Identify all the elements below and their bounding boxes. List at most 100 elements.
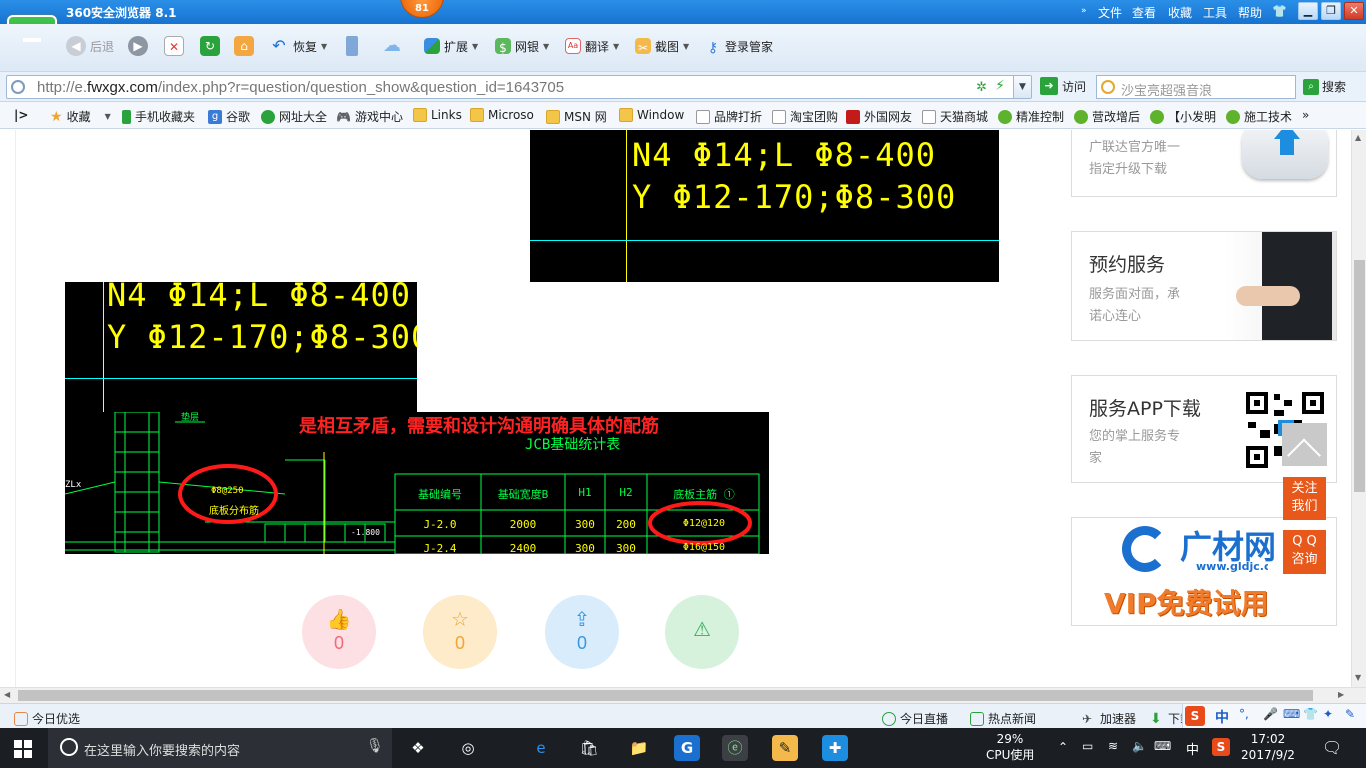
minimize-button[interactable]: ▁ (1298, 2, 1318, 20)
windows-start-icon[interactable] (14, 740, 32, 758)
ime-toolbar[interactable]: S 中 °, 🎤 ⌨ 👕 ✦ ✎ (1182, 704, 1366, 728)
hot-news[interactable]: 热点新闻 (970, 710, 1036, 727)
back-button[interactable]: ◀ 后退 (66, 34, 114, 58)
edge-icon[interactable]: e (528, 735, 554, 761)
battery-icon[interactable]: ▭ (1082, 739, 1093, 753)
app-swirl-icon[interactable]: ◎ (455, 735, 481, 761)
chevron-right-icon[interactable]: » (1081, 6, 1087, 16)
qq-consult-button[interactable]: Q Q 咨询 (1283, 530, 1326, 574)
back-to-top-button[interactable] (1282, 423, 1327, 473)
today-live[interactable]: 今日直播 (882, 710, 948, 727)
bookmark-folder-msn[interactable]: MSN 网 (546, 108, 607, 125)
scroll-left-icon[interactable]: ◀ (4, 690, 10, 699)
bookmark-invention[interactable]: 【小发明 (1150, 108, 1216, 125)
scroll-up-icon[interactable]: ▲ (1355, 133, 1361, 142)
home-button[interactable]: ⌂ (234, 34, 254, 58)
bookmark-folder-microsoft[interactable]: Microso (470, 108, 534, 122)
url-text[interactable]: http://e.fwxgx.com/index.php?r=question/… (37, 79, 564, 96)
lightning-icon[interactable]: ⚡ (995, 78, 1005, 94)
microphone-icon[interactable]: 🎙 (366, 738, 384, 754)
volume-icon[interactable]: 🔈 (1132, 739, 1147, 753)
keyboard-icon[interactable]: ⌨ (1154, 739, 1171, 753)
mobile-button[interactable] (346, 34, 358, 58)
translate-button[interactable]: Aa 翻译 ▼ (565, 34, 619, 58)
cloud-button[interactable]: ☁ (378, 34, 406, 58)
forward-button[interactable]: ▶ (128, 34, 148, 58)
bookmark-mobile[interactable]: 手机收藏夹 (122, 108, 195, 125)
input-language[interactable]: 中 (1186, 739, 1199, 758)
plus-app-icon[interactable]: ✚ (822, 735, 848, 761)
url-field[interactable]: http://e.fwxgx.com/index.php?r=question/… (6, 75, 1032, 99)
scroll-right-icon[interactable]: ▶ (1338, 690, 1344, 699)
accelerator[interactable]: ✈ 加速器 (1082, 710, 1136, 727)
clock[interactable]: 17:02 2017/9/2 (1236, 731, 1300, 763)
bookmark-taobao[interactable]: 淘宝团购 (772, 108, 838, 125)
search-input[interactable]: 沙宝亮超强音浪 (1096, 75, 1296, 99)
bookmark-tmall[interactable]: 天猫商城 (922, 108, 988, 125)
scroll-down-icon[interactable]: ▼ (1355, 673, 1361, 682)
close-button[interactable]: ✕ (1344, 2, 1364, 20)
taskbar-search-input[interactable]: 在这里输入你要搜索的内容 🎙 (48, 728, 392, 768)
scroll-thumb[interactable] (18, 690, 1313, 701)
bookmark-folder-windows[interactable]: Window (619, 108, 684, 122)
bookmark-brand-discount[interactable]: 品牌打折 (696, 108, 762, 125)
notification-badge[interactable]: 81 (400, 0, 444, 18)
upgrade-card[interactable]: 广联达官方唯一 指定升级下载 (1071, 130, 1337, 197)
bookmark-construction[interactable]: 施工技术 (1226, 108, 1292, 125)
wrench-icon[interactable]: ✎ (1345, 707, 1355, 721)
bookmark-google[interactable]: g 谷歌 (208, 108, 250, 125)
refresh-button[interactable]: ↻ (200, 34, 220, 58)
menu-help[interactable]: 帮助 (1238, 4, 1262, 21)
store-icon[interactable]: 🛍 (576, 735, 602, 761)
menu-file[interactable]: 文件 (1098, 4, 1122, 21)
bookmark-favorites[interactable]: ★ 收藏 ▼ (50, 108, 111, 125)
url-dropdown-icon[interactable]: ▼ (1013, 76, 1031, 98)
search-button[interactable]: ⌕ 搜索 (1303, 78, 1346, 95)
browser-360-icon[interactable]: ⓔ (722, 735, 748, 761)
restore-button[interactable]: ❐ (1321, 2, 1341, 20)
bookmark-vat[interactable]: 营改增后 (1074, 108, 1140, 125)
skin-icon[interactable]: 👕 (1303, 707, 1318, 721)
bookmark-folder-links[interactable]: Links (413, 108, 462, 122)
notification-icon[interactable]: 🗨 (1322, 738, 1342, 757)
chevron-up-icon[interactable]: ⌃ (1058, 740, 1068, 754)
scroll-thumb[interactable] (1354, 260, 1365, 492)
bookmark-games[interactable]: 🎮 游戏中心 (336, 108, 403, 125)
wifi-icon[interactable]: ≋ (1108, 739, 1118, 753)
menu-view[interactable]: 查看 (1132, 4, 1156, 21)
microphone-icon[interactable]: 🎤 (1263, 707, 1278, 721)
login-manager-button[interactable]: ⚷ 登录管家 (705, 34, 773, 58)
cpu-usage[interactable]: 29% CPU使用 (986, 731, 1034, 763)
more-bookmarks-icon[interactable]: » (1302, 108, 1309, 122)
sidebar-toggle-icon[interactable]: |> (14, 108, 28, 122)
keyboard-icon[interactable]: ⌨ (1283, 707, 1300, 721)
tools-icon[interactable]: ✦ (1323, 707, 1333, 721)
ime-mode[interactable]: 中 (1215, 707, 1229, 727)
bookmark-foreign-friends[interactable]: 外国网友 (846, 108, 912, 125)
file-explorer-icon[interactable]: 📁 (626, 735, 652, 761)
appointment-card[interactable]: 预约服务 服务面对面，承 诺心连心 (1071, 231, 1337, 341)
sogou-tray-icon[interactable]: S (1212, 738, 1230, 756)
netbank-button[interactable]: $ 网银 ▼ (495, 34, 549, 58)
share-button[interactable]: ⇪ 0 (545, 595, 619, 669)
bookmark-directory[interactable]: 网址大全 (261, 108, 327, 125)
menu-favorites[interactable]: 收藏 (1168, 4, 1192, 21)
extend-button[interactable]: 扩展 ▼ (424, 34, 478, 58)
favorite-button[interactable]: ☆ 0 (423, 595, 497, 669)
restore-tabs-button[interactable]: ↶ 恢复 ▼ (269, 34, 327, 58)
visit-button[interactable]: ➜ 访问 (1040, 77, 1086, 95)
notes-icon[interactable]: ✎ (772, 735, 798, 761)
punctuation-icon[interactable]: °, (1239, 707, 1249, 721)
glodon-icon[interactable]: G (674, 735, 700, 761)
stop-button[interactable]: ✕ (164, 34, 184, 58)
task-view-icon[interactable]: ❖ (405, 735, 431, 761)
report-button[interactable]: ⚠ (665, 595, 739, 669)
menu-tools[interactable]: 工具 (1203, 4, 1227, 21)
horizontal-scrollbar[interactable]: ◀ ▶ (0, 687, 1366, 703)
follow-us-button[interactable]: 关注 我们 (1283, 477, 1326, 520)
daily-picks[interactable]: 今日优选 (14, 710, 80, 727)
vertical-scrollbar[interactable]: ▲ ▼ (1351, 130, 1366, 687)
screenshot-button[interactable]: ✂ 截图 ▼ (635, 34, 689, 58)
bookmark-precise-control[interactable]: 精准控制 (998, 108, 1064, 125)
like-button[interactable]: 👍 0 (302, 595, 376, 669)
